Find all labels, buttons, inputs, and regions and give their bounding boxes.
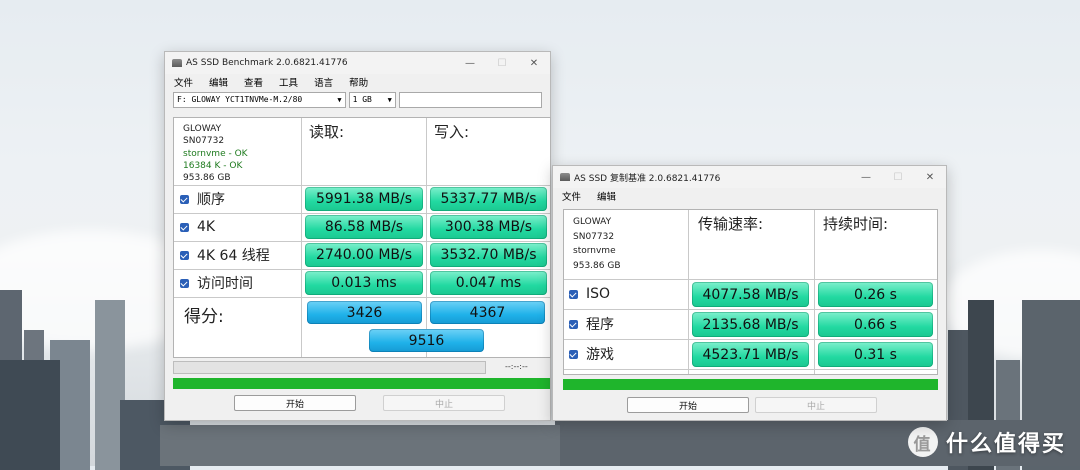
driver-name: stornvme [573,246,616,256]
maximize-button[interactable]: ☐ [882,172,914,183]
minimize-button[interactable]: — [850,172,882,183]
row-program-label[interactable]: 程序 [569,309,614,339]
minimize-button[interactable]: — [454,58,486,69]
checkbox-icon[interactable] [569,349,578,359]
close-button[interactable]: ✕ [518,58,550,69]
4k64-read-value: 2740.00 MB/s [305,243,423,267]
chevron-down-icon: ▼ [337,96,342,104]
menu-help[interactable]: 帮助 [340,75,375,89]
start-button[interactable]: 开始 [234,395,356,411]
access-read-value: 0.013 ms [305,271,423,295]
program-speed-value: 2135.68 MB/s [692,312,809,337]
drive-select-value: F: GLOWAY YCT1TNVMe-M.2/80 [177,95,303,104]
drive-model: GLOWAY [183,124,222,134]
close-button[interactable]: ✕ [914,172,946,183]
row-iso-label[interactable]: ISO [569,279,610,309]
speed-header: 传输速率: [698,215,764,233]
menu-language[interactable]: 语言 [305,75,340,89]
drive-select[interactable]: F: GLOWAY YCT1TNVMe-M.2/80 ▼ [173,92,346,108]
driver-status: stornvme - OK [183,148,248,159]
maximize-button[interactable]: ☐ [486,58,518,69]
window-title: AS SSD 复制基准 2.0.6821.41776 [574,173,721,184]
checkbox-icon[interactable] [569,319,578,329]
abort-button[interactable]: 中止 [383,395,505,411]
checkbox-icon[interactable] [569,289,578,299]
size-select-value: 1 GB [352,95,372,104]
seq-read-value: 5991.38 MB/s [305,187,423,211]
drive-model: GLOWAY [573,217,612,227]
drive-capacity: 953.86 GB [183,173,231,184]
selector-row: F: GLOWAY YCT1TNVMe-M.2/80 ▼ 1 GB ▼ [165,90,550,110]
elapsed-time: --:--:-- [505,362,528,371]
menu-tools[interactable]: 工具 [270,75,305,89]
results-grid: GLOWAY SN07732 stornvme - OK 16384 K - O… [173,117,551,358]
row-label-text: 游戏 [586,347,614,363]
row-label-text: 4K 64 线程 [197,248,270,264]
checkbox-icon[interactable] [180,250,189,260]
alignment-status: 16384 K - OK [183,160,243,171]
title-bar[interactable]: AS SSD 复制基准 2.0.6821.41776 — ☐ ✕ [553,166,946,188]
program-time-value: 0.66 s [818,312,933,337]
drive-firmware: SN07732 [573,231,615,242]
row-access-label[interactable]: 访问时间 [180,269,253,297]
game-time-value: 0.31 s [818,342,933,367]
progress-track [173,361,486,374]
seq-write-value: 5337.77 MB/s [430,187,547,211]
drive-info: GLOWAY SN07732 stornvme 953.86 GB [573,215,621,273]
row-seq-label[interactable]: 顺序 [180,185,225,213]
read-header: 读取: [309,123,345,141]
copy-benchmark-window: AS SSD 复制基准 2.0.6821.41776 — ☐ ✕ 文件 编辑 G… [552,165,947,421]
menu-file[interactable]: 文件 [553,189,588,203]
checkbox-icon[interactable] [180,194,189,204]
4k64-write-value: 3532.70 MB/s [430,243,547,267]
start-button[interactable]: 开始 [627,397,749,413]
row-game-label[interactable]: 游戏 [569,339,614,369]
menu-edit[interactable]: 编辑 [588,189,623,203]
checkbox-icon[interactable] [180,222,189,232]
4k-write-value: 300.38 MB/s [430,215,547,239]
iso-speed-value: 4077.58 MB/s [692,282,809,307]
row-label-text: 程序 [586,317,614,333]
game-speed-value: 4523.71 MB/s [692,342,809,367]
row-label-text: 访问时间 [197,276,253,292]
chevron-down-icon: ▼ [387,96,392,104]
checkbox-icon[interactable] [180,278,189,288]
size-select[interactable]: 1 GB ▼ [348,92,396,108]
menu-bar: 文件 编辑 [553,188,946,204]
menu-file[interactable]: 文件 [165,75,200,89]
write-header: 写入: [434,123,470,141]
4k-read-value: 86.58 MB/s [305,215,423,239]
access-write-value: 0.047 ms [430,271,547,295]
watermark-logo-icon: 值 [907,427,938,457]
window-title: AS SSD Benchmark 2.0.6821.41776 [186,58,348,68]
abort-button[interactable]: 中止 [755,397,877,413]
row-4k64-label[interactable]: 4K 64 线程 [180,241,270,269]
score-read: 3426 [307,301,422,324]
score-total: 9516 [369,329,484,352]
copy-results-grid: GLOWAY SN07732 stornvme 953.86 GB 传输速率: … [563,209,938,375]
drive-capacity: 953.86 GB [573,260,621,271]
progress-bar-fill [173,378,550,389]
row-label-text: ISO [586,286,611,302]
title-bar[interactable]: AS SSD Benchmark 2.0.6821.41776 — ☐ ✕ [165,52,550,74]
duration-header: 持续时间: [823,215,889,233]
score-label: 得分: [184,307,224,327]
menu-bar: 文件 编辑 查看 工具 语言 帮助 [165,74,550,90]
app-icon [560,173,570,181]
iso-time-value: 0.26 s [818,282,933,307]
menu-view[interactable]: 查看 [235,75,270,89]
row-4k-label[interactable]: 4K [180,213,215,241]
app-icon [172,59,182,67]
benchmark-window: AS SSD Benchmark 2.0.6821.41776 — ☐ ✕ 文件… [164,51,551,421]
row-label-text: 4K [197,219,216,235]
drive-info: GLOWAY SN07732 stornvme - OK 16384 K - O… [183,123,248,184]
watermark-text: 什么值得买 [945,432,1066,457]
score-write: 4367 [430,301,545,324]
extra-field[interactable] [398,92,542,108]
row-label-text: 顺序 [197,192,225,208]
menu-edit[interactable]: 编辑 [200,75,235,89]
progress-bar-fill [563,379,938,390]
drive-firmware: SN07732 [183,136,225,147]
site-watermark: 值 什么值得买 [907,426,1066,458]
